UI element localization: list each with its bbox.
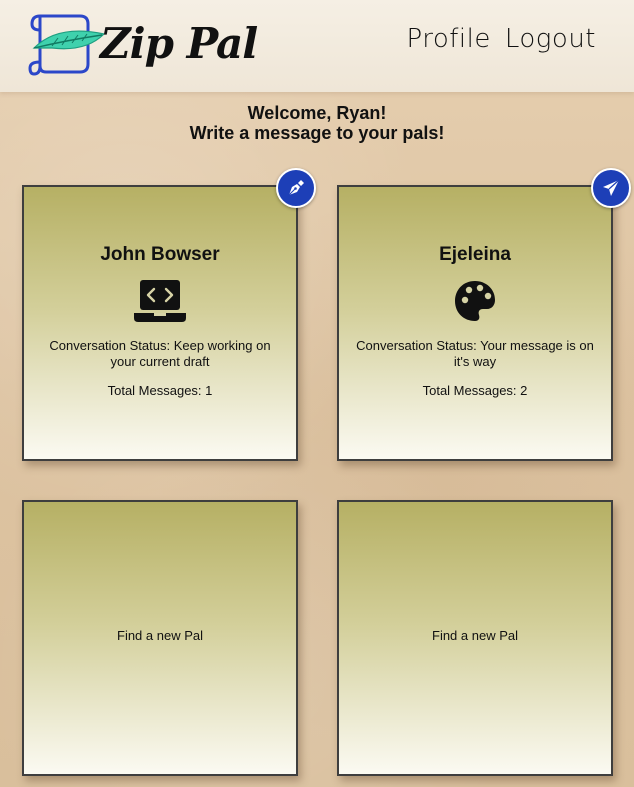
total-messages: Total Messages: 1 [107, 383, 213, 398]
compose-button[interactable] [276, 168, 316, 208]
conversation-status: Conversation Status: Your message is on … [356, 338, 594, 369]
send-button[interactable] [591, 168, 631, 208]
logo-text: Zip Pal [100, 19, 258, 68]
conversation-status: Conversation Status: Keep working on you… [49, 338, 271, 369]
find-new-pal-card[interactable]: Find a new Pal [22, 500, 298, 776]
pal-card-ejeleina[interactable]: Ejeleina Conversation Status: Your messa… [337, 185, 613, 461]
top-nav: Profile Logout [407, 24, 596, 54]
profile-link[interactable]: Profile [407, 24, 491, 54]
pen-nib-icon [288, 180, 304, 196]
pal-name: John Bowser [100, 244, 220, 265]
header: Zip Pal Profile Logout [0, 0, 634, 92]
welcome-prompt: Write a message to your pals! [189, 123, 445, 143]
find-new-pal-label: Find a new Pal [432, 628, 518, 643]
logo[interactable]: Zip Pal [28, 10, 258, 80]
paper-plane-icon [603, 179, 620, 196]
logout-link[interactable]: Logout [505, 24, 596, 54]
welcome-greeting: Welcome, Ryan! [247, 103, 387, 123]
find-new-pal-label: Find a new Pal [117, 628, 203, 643]
pal-name: Ejeleina [439, 244, 511, 265]
find-new-pal-card[interactable]: Find a new Pal [337, 500, 613, 776]
pal-card-john-bowser[interactable]: John Bowser Conversation Status: Keep wo… [22, 185, 298, 461]
laptop-code-icon [134, 278, 186, 324]
welcome-message: Welcome, Ryan! Write a message to your p… [0, 103, 634, 143]
palette-icon [449, 278, 501, 324]
total-messages: Total Messages: 2 [422, 383, 528, 398]
scroll-feather-icon [28, 14, 106, 76]
